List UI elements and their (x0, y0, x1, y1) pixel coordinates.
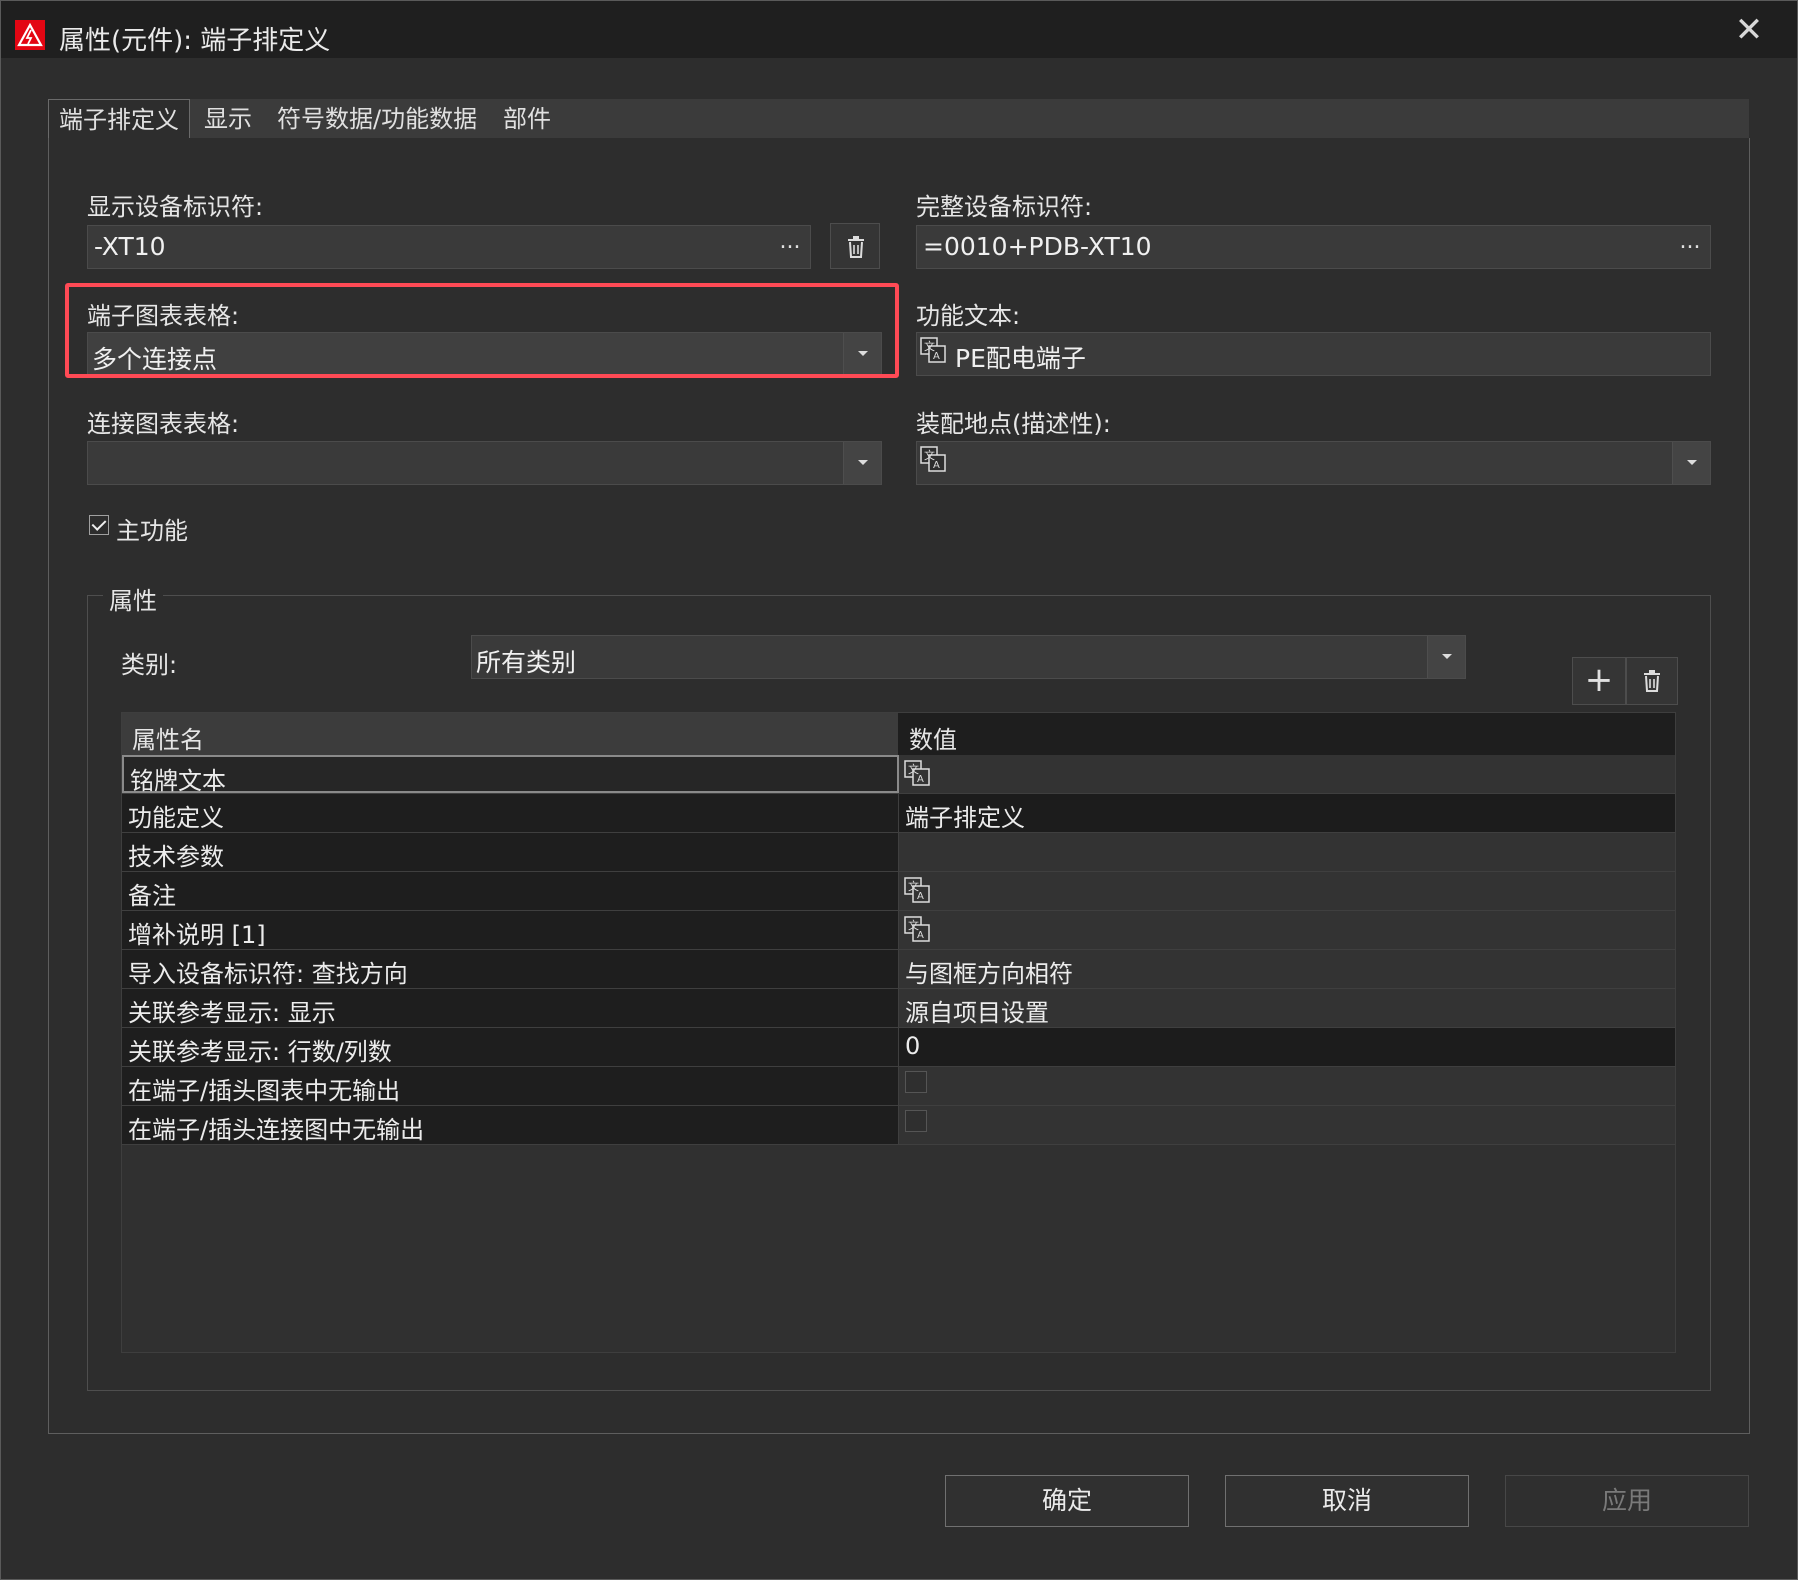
trash-icon (1644, 670, 1660, 692)
function-text-field[interactable]: 文 A PE配电端子 (916, 332, 1711, 376)
tab-parts[interactable]: 部件 (503, 99, 551, 139)
table-row[interactable]: 增补说明 [1] 文 A (122, 911, 1675, 950)
table-row[interactable]: 备注 文 A (122, 872, 1675, 911)
properties-grid: 属性名 数值 铭牌文本 文 A 功能定义 端子排定义 技术参数 备注 文 A 增… (121, 712, 1676, 1353)
function-text-label: 功能文本: (916, 302, 1021, 330)
svg-text:A: A (917, 774, 924, 785)
chevron-down-icon[interactable] (1427, 636, 1465, 678)
translate-icon[interactable]: 文 A (904, 877, 930, 903)
tab-terminal-strip-definition[interactable]: 端子排定义 (48, 99, 190, 140)
full-id-label: 完整设备标识符: (916, 193, 1093, 221)
category-dropdown[interactable]: 所有类别 (471, 635, 1466, 679)
grid-header: 属性名 数值 (122, 713, 1675, 755)
column-header-value[interactable]: 数值 (899, 713, 1675, 755)
translate-icon[interactable]: 文 A (904, 916, 930, 942)
no-output-connection-diagram-checkbox[interactable] (905, 1110, 927, 1132)
mount-location-label: 装配地点(描述性): (916, 410, 1111, 438)
column-header-name[interactable]: 属性名 (122, 713, 899, 755)
delete-id-button[interactable] (830, 223, 880, 269)
full-id-browse-button[interactable]: ... (1670, 226, 1710, 268)
category-label: 类别: (121, 651, 178, 679)
full-id-field[interactable]: =0010+PDB-XT10 ... (916, 225, 1711, 269)
apply-button[interactable]: 应用 (1505, 1475, 1749, 1527)
chevron-down-icon[interactable] (1672, 442, 1710, 484)
table-row[interactable]: 在端子/插头图表中无输出 (122, 1067, 1675, 1106)
properties-group-title: 属性 (103, 581, 163, 616)
table-row[interactable]: 导入设备标识符: 查找方向 与图框方向相符 (122, 950, 1675, 989)
window-title: 属性(元件): 端子排定义 (59, 26, 331, 56)
plus-icon: + (1584, 660, 1614, 700)
trash-icon (848, 236, 864, 258)
tab-symbol-function-data[interactable]: 符号数据/功能数据 (277, 99, 477, 139)
table-row[interactable]: 关联参考显示: 显示 源自项目设置 (122, 989, 1675, 1028)
close-icon[interactable]: ✕ (1729, 11, 1769, 51)
table-row[interactable]: 功能定义 端子排定义 (122, 794, 1675, 833)
connection-chart-dropdown[interactable] (87, 441, 882, 485)
mount-location-dropdown[interactable]: 文 A (916, 441, 1711, 485)
svg-text:A: A (917, 891, 924, 902)
svg-text:A: A (933, 351, 940, 362)
translate-icon[interactable]: 文 A (920, 446, 946, 472)
tab-bar: 端子排定义 显示 符号数据/功能数据 部件 (48, 99, 1749, 140)
table-row[interactable]: 铭牌文本 文 A (122, 755, 1675, 795)
connection-chart-label: 连接图表表格: (87, 410, 240, 438)
title-bar: 属性(元件): 端子排定义 ✕ (1, 1, 1797, 58)
table-row[interactable]: 关联参考显示: 行数/列数 0 (122, 1028, 1675, 1067)
category-value: 所有类别 (476, 648, 577, 677)
ok-button[interactable]: 确定 (945, 1475, 1189, 1527)
chevron-down-icon[interactable] (843, 442, 881, 484)
cancel-button[interactable]: 取消 (1225, 1475, 1469, 1527)
table-row[interactable]: 技术参数 (122, 833, 1675, 872)
add-property-button[interactable]: + (1572, 657, 1626, 705)
display-id-browse-button[interactable]: ... (770, 226, 810, 268)
display-id-value: -XT10 (94, 232, 166, 261)
tab-display[interactable]: 显示 (204, 99, 252, 139)
highlight-box (65, 283, 899, 378)
no-output-terminal-chart-checkbox[interactable] (905, 1071, 927, 1093)
svg-text:A: A (933, 460, 940, 471)
full-id-value: =0010+PDB-XT10 (923, 232, 1152, 261)
main-function-checkbox[interactable] (89, 515, 109, 535)
display-id-label: 显示设备标识符: (87, 193, 264, 221)
function-text-value: PE配电端子 (955, 344, 1086, 373)
table-row[interactable]: 在端子/插头连接图中无输出 (122, 1106, 1675, 1145)
app-logo-icon (15, 20, 45, 50)
svg-text:A: A (917, 930, 924, 941)
display-id-field[interactable]: -XT10 ... (87, 225, 811, 269)
translate-icon[interactable]: 文 A (904, 760, 930, 786)
delete-property-button[interactable] (1626, 657, 1678, 705)
translate-icon[interactable]: 文 A (920, 337, 946, 363)
main-function-label: 主功能 (116, 517, 188, 545)
dialog-window: 属性(元件): 端子排定义 ✕ 端子排定义 显示 符号数据/功能数据 部件 显示… (0, 0, 1798, 1580)
